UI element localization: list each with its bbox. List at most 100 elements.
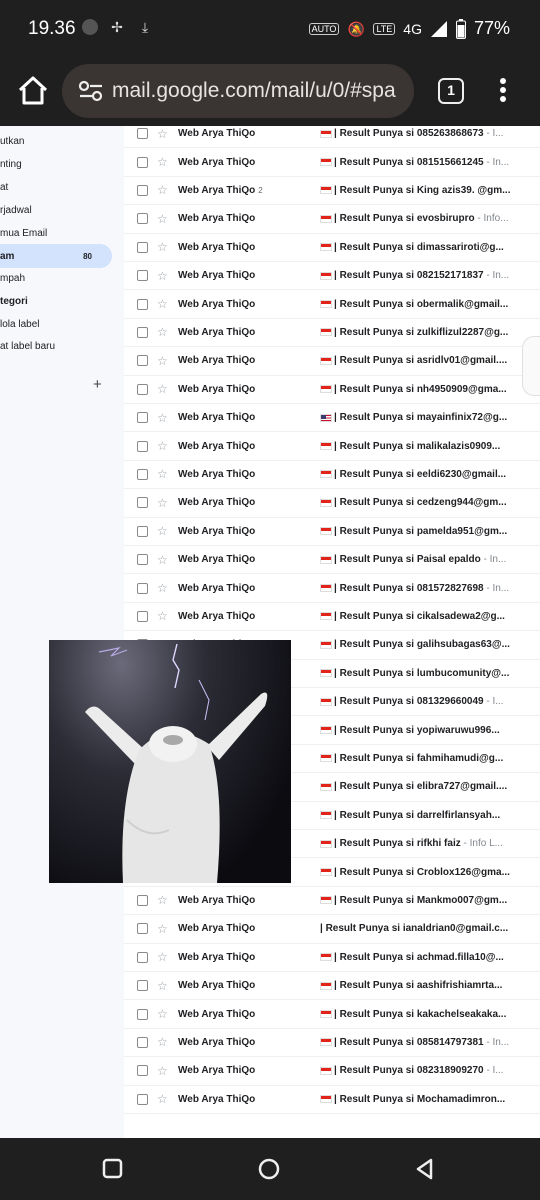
select-checkbox[interactable]	[137, 270, 148, 282]
select-checkbox[interactable]	[137, 923, 148, 935]
email-subject: | Result Punya si lumbucomunity@...	[334, 668, 534, 679]
table-row[interactable]: ☆ Web Arya ThiQo | Result Punya si nh49509…	[124, 376, 540, 404]
table-row[interactable]: ☆ Web Arya ThiQo | Result Punya si 0852638…	[124, 126, 540, 149]
select-checkbox[interactable]	[137, 980, 148, 992]
table-row[interactable]: ☆ Web Arya ThiQo | Result Punya si 0823189…	[124, 1057, 540, 1086]
table-row[interactable]: ☆ Web Arya ThiQo | Result Punya si mayainf…	[124, 404, 540, 433]
table-row[interactable]: ☆ Web Arya ThiQo | Result Punya si Paisal …	[124, 546, 540, 575]
table-row[interactable]: ☆ Web Arya ThiQo | Result Punya si cikalsa…	[124, 603, 540, 632]
subject-text: | Result Punya si Croblox126@gma...	[334, 866, 510, 878]
select-checkbox[interactable]	[137, 497, 148, 509]
table-row[interactable]: ☆ Web Arya ThiQo | Result Punya si pamelda…	[124, 518, 540, 546]
select-checkbox[interactable]	[137, 156, 148, 168]
sidebar-item-trash[interactable]: mpah	[0, 267, 124, 289]
table-row[interactable]: ☆ Web Arya ThiQo | Result Punya si zulkifl…	[124, 319, 540, 348]
select-checkbox[interactable]	[137, 1008, 148, 1020]
select-checkbox[interactable]	[137, 383, 148, 395]
star-icon[interactable]: ☆	[157, 467, 168, 481]
table-row[interactable]: ☆ Web Arya ThiQo | Result Punya si 0821521…	[124, 262, 540, 291]
select-checkbox[interactable]	[137, 440, 148, 452]
star-icon[interactable]: ☆	[157, 269, 168, 283]
star-icon[interactable]: ☆	[157, 1064, 168, 1078]
recents-button[interactable]	[98, 1154, 128, 1184]
star-icon[interactable]: ☆	[157, 212, 168, 226]
select-checkbox[interactable]	[137, 951, 148, 963]
select-checkbox[interactable]	[137, 241, 148, 253]
star-icon[interactable]: ☆	[157, 354, 168, 368]
table-row[interactable]: ☆ Web Arya ThiQo | Result Punya si malikal…	[124, 432, 540, 461]
select-checkbox[interactable]	[137, 554, 148, 566]
home-button[interactable]	[254, 1154, 284, 1184]
select-checkbox[interactable]	[137, 525, 148, 537]
star-icon[interactable]: ☆	[157, 1092, 168, 1106]
site-settings-icon[interactable]	[78, 80, 104, 102]
tab-switcher-button[interactable]: 1	[438, 78, 464, 104]
table-row[interactable]: ☆ Web Arya ThiQo | Result Punya si eeldi62…	[124, 461, 540, 490]
table-row[interactable]: ☆ Web Arya ThiQo | Result Punya si obermal…	[124, 290, 540, 319]
table-row[interactable]: ☆ Web Arya ThiQo | Result Punya si achmad.…	[124, 944, 540, 972]
star-icon[interactable]: ☆	[157, 1007, 168, 1021]
select-checkbox[interactable]	[137, 582, 148, 594]
star-icon[interactable]: ☆	[157, 893, 168, 907]
star-icon[interactable]: ☆	[157, 581, 168, 595]
select-checkbox[interactable]	[137, 894, 148, 906]
star-icon[interactable]: ☆	[157, 382, 168, 396]
table-row[interactable]: ☆ Web Arya ThiQo | Result Punya si asridlv…	[124, 347, 540, 376]
star-icon[interactable]: ☆	[157, 553, 168, 567]
overflow-menu-icon[interactable]	[496, 76, 510, 106]
sidebar-item-important-2[interactable]: nting	[0, 153, 124, 175]
sidebar-item-manage-labels[interactable]: lola label	[0, 313, 124, 335]
side-panel-handle[interactable]	[522, 336, 540, 396]
table-row[interactable]: ☆ Web Arya ThiQo | Result Punya si aashifr…	[124, 972, 540, 1001]
table-row[interactable]: ☆ Web Arya ThiQo | Result Punya si Mankmo0…	[124, 887, 540, 916]
star-icon[interactable]: ☆	[157, 950, 168, 964]
add-label-icon[interactable]: +	[93, 376, 102, 393]
table-row[interactable]: ☆ Web Arya ThiQo | Result Punya si ianaldr…	[124, 915, 540, 944]
sidebar-item-chat[interactable]: at	[0, 176, 124, 198]
table-row[interactable]: ☆ Web Arya ThiQo | Result Punya si 0858147…	[124, 1029, 540, 1058]
star-icon[interactable]: ☆	[157, 411, 168, 425]
select-checkbox[interactable]	[137, 610, 148, 622]
home-icon[interactable]	[16, 74, 50, 108]
sidebar-item-create-label[interactable]: at label baru	[0, 335, 124, 357]
table-row[interactable]: ☆ Web Arya ThiQo | Result Punya si cedzeng…	[124, 489, 540, 518]
select-checkbox[interactable]	[137, 184, 148, 196]
sidebar-item-spam[interactable]: am 80	[0, 244, 112, 268]
star-icon[interactable]: ☆	[157, 524, 168, 538]
table-row[interactable]: ☆ Web Arya ThiQo | Result Punya si kakache…	[124, 1000, 540, 1029]
select-checkbox[interactable]	[137, 1065, 148, 1077]
sidebar-item-all-mail[interactable]: mua Email	[0, 222, 124, 244]
select-checkbox[interactable]	[137, 355, 148, 367]
star-icon[interactable]: ☆	[157, 609, 168, 623]
star-icon[interactable]: ☆	[157, 127, 168, 141]
back-button[interactable]	[410, 1154, 440, 1184]
sidebar-item-scheduled[interactable]: rjadwal	[0, 199, 124, 221]
select-checkbox[interactable]	[137, 298, 148, 310]
select-checkbox[interactable]	[137, 468, 148, 480]
star-icon[interactable]: ☆	[157, 240, 168, 254]
select-checkbox[interactable]	[137, 1093, 148, 1105]
select-checkbox[interactable]	[137, 326, 148, 338]
select-checkbox[interactable]	[137, 412, 148, 424]
table-row[interactable]: ☆ Web Arya ThiQo | Result Punya si 0815156…	[124, 148, 540, 177]
table-row[interactable]: ☆ Web Arya ThiQo | Result Punya si evosbir…	[124, 205, 540, 234]
star-icon[interactable]: ☆	[157, 297, 168, 311]
star-icon[interactable]: ☆	[157, 155, 168, 169]
select-checkbox[interactable]	[137, 128, 148, 140]
table-row[interactable]: ☆ Web Arya ThiQo | Result Punya si 0815728…	[124, 574, 540, 603]
sidebar-item-categories[interactable]: tegori	[0, 290, 124, 312]
star-icon[interactable]: ☆	[157, 183, 168, 197]
select-checkbox[interactable]	[137, 213, 148, 225]
address-bar[interactable]: mail.google.com/mail/u/0/#spa	[62, 64, 414, 118]
select-checkbox[interactable]	[137, 1036, 148, 1048]
star-icon[interactable]: ☆	[157, 325, 168, 339]
star-icon[interactable]: ☆	[157, 922, 168, 936]
star-icon[interactable]: ☆	[157, 979, 168, 993]
table-row[interactable]: ☆ Web Arya ThiQo 2 | Result Punya si King a…	[124, 177, 540, 206]
sidebar-item-important[interactable]: utkan	[0, 130, 124, 152]
star-icon[interactable]: ☆	[157, 496, 168, 510]
star-icon[interactable]: ☆	[157, 439, 168, 453]
table-row[interactable]: ☆ Web Arya ThiQo | Result Punya si dimassa…	[124, 234, 540, 262]
table-row[interactable]: ☆ Web Arya ThiQo | Result Punya si Mochama…	[124, 1086, 540, 1114]
star-icon[interactable]: ☆	[157, 1035, 168, 1049]
